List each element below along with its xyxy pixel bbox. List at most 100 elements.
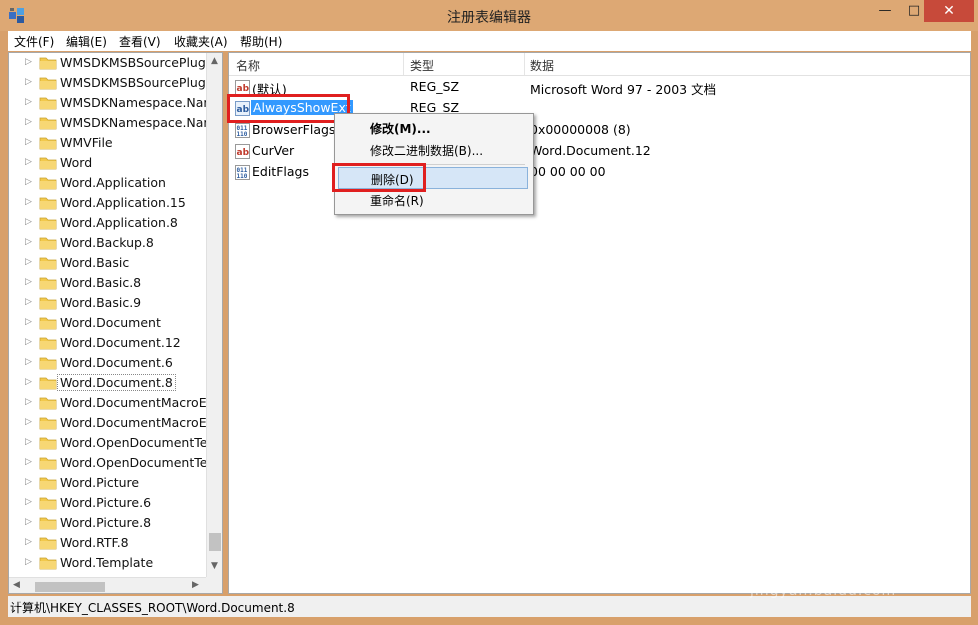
expand-arrow-icon[interactable]: ▷ [25, 537, 32, 547]
svg-text:110: 110 [237, 131, 248, 138]
tree-item[interactable]: ▷ WMSDKNamespace.Nam [9, 93, 216, 113]
annotation-highlight-delete [332, 163, 426, 192]
expand-arrow-icon[interactable]: ▷ [25, 157, 32, 167]
expand-arrow-icon[interactable]: ▷ [25, 517, 32, 527]
expand-arrow-icon[interactable]: ▷ [25, 217, 32, 227]
tree-item[interactable]: ▷ Word.Document.6 [9, 353, 205, 373]
tree-item[interactable]: ▷ Word.RTF.8 [9, 533, 205, 553]
folder-icon [39, 97, 57, 110]
tree-item[interactable]: ▷ Word.Application.8 [9, 213, 205, 233]
tree-item[interactable]: ▷ Word.DocumentMacroEr [9, 413, 212, 433]
binary-value-icon: 011110 [235, 165, 250, 180]
tree-item[interactable]: ▷ Word.OpenDocumentTex [9, 433, 215, 453]
value-data: 00 00 00 00 [530, 164, 606, 179]
expand-arrow-icon[interactable]: ▷ [25, 117, 32, 127]
expand-arrow-icon[interactable]: ▷ [25, 197, 32, 207]
value-name: BrowserFlags [252, 122, 336, 137]
menu-edit[interactable]: 编辑(E) [66, 33, 107, 50]
expand-arrow-icon[interactable]: ▷ [25, 357, 32, 367]
expand-arrow-icon[interactable]: ▷ [25, 177, 32, 187]
tree-item[interactable]: ▷ Word.Application.15 [9, 193, 205, 213]
tree-item[interactable]: ▷ Word.Picture.6 [9, 493, 205, 513]
tree-item[interactable]: ▷ WMSDKMSBSourcePlugin [9, 53, 217, 73]
tree-horizontal-scrollbar[interactable]: ◀ ▶ [9, 577, 206, 593]
scroll-left-icon[interactable]: ◀ [13, 580, 20, 590]
tree-item[interactable]: ▷ Word.Document.12 [9, 333, 205, 353]
expand-arrow-icon[interactable]: ▷ [25, 437, 32, 447]
tree-item-label: Word.Application.8 [60, 215, 178, 230]
scroll-thumb[interactable] [35, 582, 105, 592]
value-data: Word.Document.12 [530, 143, 651, 158]
expand-arrow-icon[interactable]: ▷ [25, 237, 32, 247]
tree-item[interactable]: ▷ Word.Basic.8 [9, 273, 205, 293]
expand-arrow-icon[interactable]: ▷ [25, 417, 32, 427]
column-divider[interactable] [403, 53, 404, 75]
tree-item-label: Word.Picture [60, 475, 140, 490]
tree-item-label: WMSDKMSBSourcePlugin [60, 55, 218, 70]
folder-icon [39, 457, 57, 470]
tree-item[interactable]: ▷ Word.Backup.8 [9, 233, 205, 253]
menu-item-rename[interactable]: 重命名(R) [338, 189, 528, 211]
column-header-data[interactable]: 数据 [530, 57, 554, 74]
expand-arrow-icon[interactable]: ▷ [25, 457, 32, 467]
expand-arrow-icon[interactable]: ▷ [25, 297, 32, 307]
resize-grip-icon[interactable]: ⋰ [10, 599, 22, 613]
value-data: 0x00000008 (8) [530, 122, 631, 137]
tree-item-label: Word.Basic [60, 255, 130, 270]
menu-help[interactable]: 帮助(H) [240, 33, 282, 50]
maximize-button[interactable]: □ [904, 0, 924, 22]
key-tree-pane: ▷ WMSDKMSBSourcePlugin ▷ WMSDKMSBSourcePlug… [8, 52, 223, 594]
menu-item-label: 修改二进制数据(B)... [370, 144, 484, 158]
tree-item-label: Word.Document.8 [57, 374, 176, 391]
minimize-button[interactable]: — [866, 0, 904, 22]
expand-arrow-icon[interactable]: ▷ [25, 337, 32, 347]
menu-item-label: 修改(M)... [370, 122, 431, 136]
scroll-down-icon[interactable]: ▼ [211, 561, 218, 571]
expand-arrow-icon[interactable]: ▷ [25, 557, 32, 567]
tree-item[interactable]: ▷ WMVFile [9, 133, 205, 153]
scroll-up-icon[interactable]: ▲ [211, 56, 218, 66]
expand-arrow-icon[interactable]: ▷ [25, 477, 32, 487]
tree-vertical-scrollbar[interactable]: ▲ ▼ [206, 53, 222, 577]
tree-item[interactable]: ▷ Word.Template [9, 553, 205, 573]
menu-favorites[interactable]: 收藏夹(A) [174, 33, 228, 50]
values-header: 名称 类型 数据 [229, 53, 970, 76]
tree-item[interactable]: ▷ Word.Picture [9, 473, 205, 493]
expand-arrow-icon[interactable]: ▷ [25, 57, 32, 67]
tree-item[interactable]: ▷ Word.Document [9, 313, 205, 333]
tree-item[interactable]: ▷ Word.Application [9, 173, 205, 193]
scroll-thumb[interactable] [209, 533, 221, 551]
expand-arrow-icon[interactable]: ▷ [25, 257, 32, 267]
tree-item[interactable]: ▷ Word.OpenDocumentTex [9, 453, 215, 473]
tree-item[interactable]: ▷ WMSDKMSBSourcePlugin [9, 73, 217, 93]
expand-arrow-icon[interactable]: ▷ [25, 397, 32, 407]
tree-item[interactable]: ▷ Word.Picture.8 [9, 513, 205, 533]
tree-item[interactable]: ▷ Word.Basic.9 [9, 293, 205, 313]
tree-item-label: Word.DocumentMacroEr [60, 415, 212, 430]
menu-view[interactable]: 查看(V) [119, 33, 161, 50]
menu-item-modify[interactable]: 修改(M)... [338, 117, 528, 139]
tree-item[interactable]: ▷ Word.Basic [9, 253, 205, 273]
tree-item[interactable]: ▷ Word.DocumentMacroEr [9, 393, 212, 413]
close-button[interactable]: ✕ [924, 0, 974, 22]
tree-item[interactable]: ▷ Word [9, 153, 205, 173]
folder-icon [39, 397, 57, 410]
scroll-right-icon[interactable]: ▶ [192, 580, 199, 590]
expand-arrow-icon[interactable]: ▷ [25, 137, 32, 147]
expand-arrow-icon[interactable]: ▷ [25, 497, 32, 507]
expand-arrow-icon[interactable]: ▷ [25, 317, 32, 327]
expand-arrow-icon[interactable]: ▷ [25, 377, 32, 387]
column-divider[interactable] [524, 53, 525, 75]
tree-item[interactable]: ▷ WMSDKNamespace.Nam [9, 113, 216, 133]
annotation-highlight-selected-value [227, 94, 350, 123]
tree-item-selected[interactable]: ▷ Word.Document.8 [9, 373, 205, 393]
expand-arrow-icon[interactable]: ▷ [25, 77, 32, 87]
column-header-name[interactable]: 名称 [236, 57, 260, 74]
expand-arrow-icon[interactable]: ▷ [25, 97, 32, 107]
column-header-type[interactable]: 类型 [410, 57, 434, 74]
expand-arrow-icon[interactable]: ▷ [25, 277, 32, 287]
tree-item-label: WMSDKMSBSourcePlugin [60, 75, 218, 90]
menu-file[interactable]: 文件(F) [14, 33, 54, 50]
menu-item-modify-binary[interactable]: 修改二进制数据(B)... [338, 139, 528, 161]
tree-item-label: Word.Template [60, 555, 154, 570]
